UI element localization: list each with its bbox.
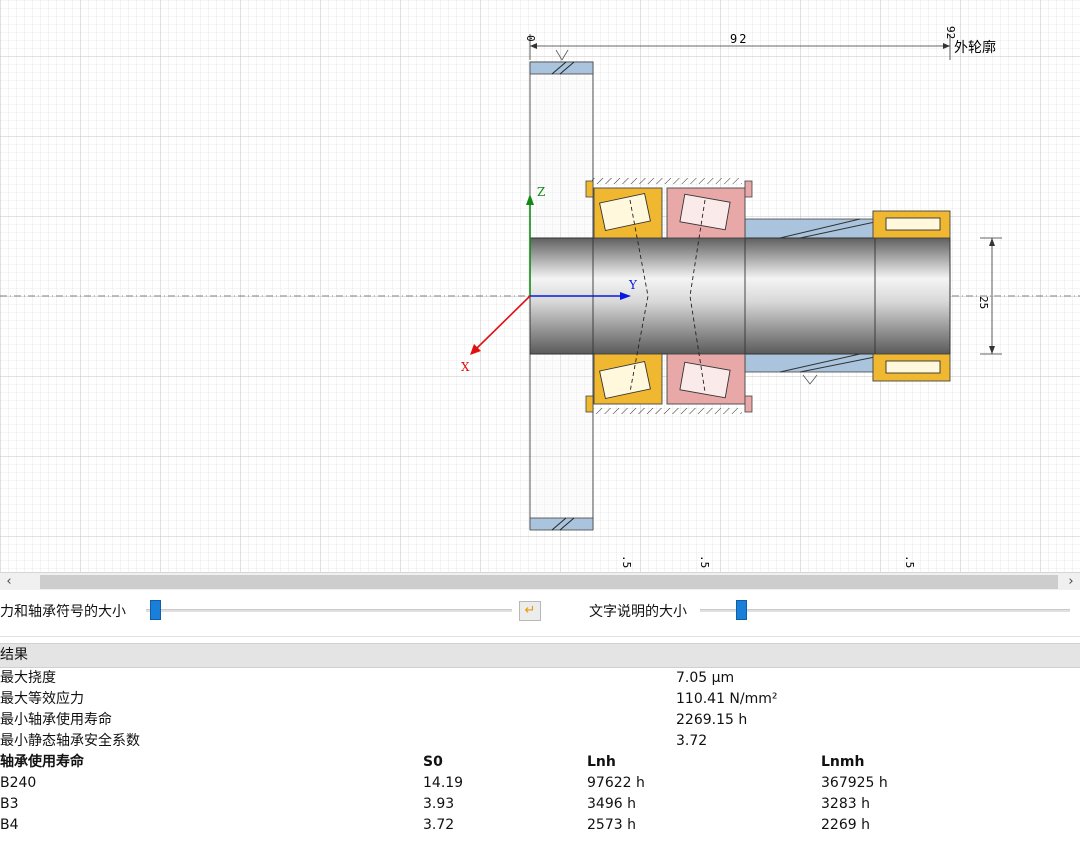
summary-row: 最大挠度 7.05 µm bbox=[0, 668, 1080, 689]
bearing-name: B3 bbox=[0, 796, 19, 812]
summary-row: 最小轴承使用寿命 2269.15 h bbox=[0, 710, 1080, 731]
summary-value: 110.41 N/mm² bbox=[676, 691, 778, 707]
bearing-name: B4 bbox=[0, 817, 19, 833]
text-size-label: 文字说明的大小 bbox=[589, 604, 687, 620]
axis-z-label: Z bbox=[537, 185, 545, 199]
axis-y-label: Y bbox=[628, 278, 638, 292]
horizontal-scrollbar[interactable]: ‹ › bbox=[0, 572, 1080, 591]
column-header: S0 bbox=[423, 754, 443, 770]
dim-top-value: 92 bbox=[730, 32, 748, 46]
bearing-lnh: 2573 h bbox=[587, 817, 636, 833]
bearing-lnmh: 367925 h bbox=[821, 775, 888, 791]
dim-top-right: 92 bbox=[944, 26, 957, 39]
return-arrow-icon: ↵ bbox=[524, 603, 536, 618]
scroll-left-icon[interactable]: ‹ bbox=[0, 573, 18, 591]
bearing-name: B240 bbox=[0, 775, 37, 791]
bearing-lnh: 97622 h bbox=[587, 775, 645, 791]
results-header-title: 结果 bbox=[0, 647, 28, 663]
table-row: B240 14.19 97622 h 367925 h bbox=[0, 773, 1080, 794]
shaft-drawing: 0 92 92 外轮廓 25 Z Y X .5 .5 .5 bbox=[0, 0, 1080, 572]
force-symbol-size-slider-thumb[interactable] bbox=[149, 600, 161, 620]
summary-value: 3.72 bbox=[676, 733, 708, 749]
results-header[interactable]: 结果 bbox=[0, 643, 1080, 668]
apply-button[interactable]: ↵ bbox=[519, 601, 541, 621]
summary-value: 7.05 µm bbox=[676, 670, 735, 686]
force-symbol-size-slider[interactable] bbox=[146, 609, 512, 612]
table-row: B3 3.93 3496 h 3283 h bbox=[0, 794, 1080, 815]
force-symbol-size-label: 力和轴承符号的大小 bbox=[0, 604, 126, 620]
column-header: Lnmh bbox=[821, 754, 865, 770]
summary-value: 2269.15 h bbox=[676, 712, 748, 728]
bearing-lnh: 3496 h bbox=[587, 796, 636, 812]
summary-label: 最小轴承使用寿命 bbox=[0, 712, 112, 728]
bearing-s0: 14.19 bbox=[423, 775, 464, 791]
scroll-right-icon[interactable]: › bbox=[1062, 573, 1080, 591]
axis-x-label: X bbox=[461, 360, 470, 374]
bottom-mark: .5 bbox=[903, 555, 916, 568]
bearing-table-header: 轴承使用寿命 S0 Lnh Lnmh bbox=[0, 752, 1080, 773]
bottom-mark: .5 bbox=[620, 555, 633, 568]
column-header: 轴承使用寿命 bbox=[0, 754, 84, 770]
table-row: B4 3.72 2573 h 2269 h bbox=[0, 815, 1080, 836]
summary-label: 最大挠度 bbox=[0, 670, 56, 686]
summary-row: 最小静态轴承安全系数 3.72 bbox=[0, 731, 1080, 752]
bearing-s0: 3.72 bbox=[423, 817, 455, 833]
bottom-mark: .5 bbox=[698, 555, 711, 568]
text-size-slider-thumb[interactable] bbox=[735, 600, 747, 620]
text-size-slider[interactable] bbox=[700, 609, 1070, 612]
bearing-lnmh: 3283 h bbox=[821, 796, 870, 812]
display-controls: 力和轴承符号的大小 ↵ 文字说明的大小 bbox=[0, 590, 1080, 637]
bearing-lnmh: 2269 h bbox=[821, 817, 870, 833]
dim-diameter: 25 bbox=[977, 296, 990, 309]
dim-top-left: 0 bbox=[524, 35, 537, 42]
summary-label: 最小静态轴承安全系数 bbox=[0, 733, 140, 749]
summary-label: 最大等效应力 bbox=[0, 691, 84, 707]
outer-contour-label: 外轮廓 bbox=[954, 39, 996, 56]
scrollbar-thumb[interactable] bbox=[40, 575, 1058, 589]
column-header: Lnh bbox=[587, 754, 616, 770]
bearing-s0: 3.93 bbox=[423, 796, 455, 812]
shaft-drawing-canvas[interactable]: 0 92 92 外轮廓 25 Z Y X .5 .5 .5 bbox=[0, 0, 1080, 572]
results-panel: 最大挠度 7.05 µm 最大等效应力 110.41 N/mm² 最小轴承使用寿… bbox=[0, 668, 1080, 836]
summary-row: 最大等效应力 110.41 N/mm² bbox=[0, 689, 1080, 710]
